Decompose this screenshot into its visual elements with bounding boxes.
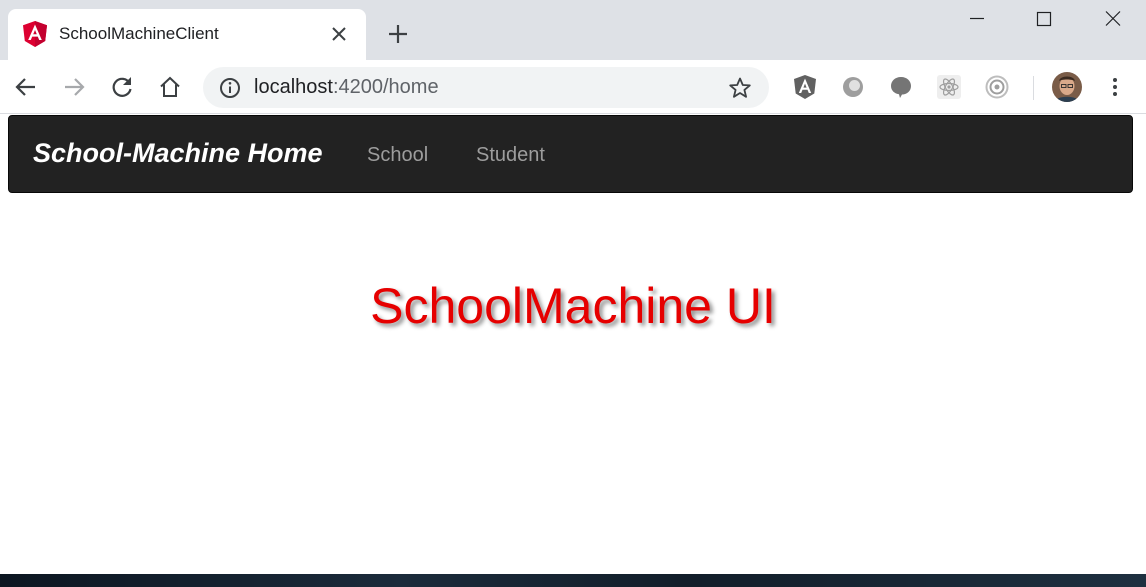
browser-toolbar: localhost:4200/home [0,60,1146,114]
browser-titlebar: SchoolMachineClient [0,0,1146,60]
minimize-icon[interactable] [954,4,1000,34]
browser-tab[interactable]: SchoolMachineClient [8,9,366,60]
navbar-brand-link[interactable]: School-Machine Home [33,138,323,169]
window-close-icon[interactable] [1090,4,1136,34]
reload-icon[interactable] [109,74,135,100]
profile-avatar[interactable] [1052,72,1082,102]
url-host: localhost [254,76,333,98]
extension-circle-icon[interactable] [840,74,866,100]
forward-arrow-icon[interactable] [61,74,87,100]
maximize-icon[interactable] [1021,4,1067,34]
chat-bubble-icon[interactable] [888,74,914,100]
home-icon[interactable] [157,74,183,100]
angular-icon[interactable] [792,74,818,100]
app-navbar: School-Machine Home School Student [8,115,1133,193]
nav-link-school[interactable]: School [367,144,428,167]
address-bar[interactable]: localhost:4200/home [203,67,769,108]
url-path: :4200/home [332,76,439,98]
toolbar-separator [1033,76,1034,100]
profile-photo-icon [1052,72,1082,102]
back-arrow-icon[interactable] [13,74,39,100]
nav-link-student[interactable]: Student [476,144,545,167]
new-tab-icon[interactable] [386,22,410,46]
close-tab-icon[interactable] [328,23,350,45]
target-icon[interactable] [984,74,1010,100]
site-info-icon[interactable] [219,77,241,99]
bookmark-star-icon[interactable] [728,76,752,100]
angular-favicon-icon [23,21,47,47]
desktop-taskbar-edge [0,574,1146,587]
page-heading: SchoolMachine UI [370,278,776,334]
tab-title: SchoolMachineClient [59,24,219,43]
url-text[interactable]: localhost:4200/home [254,76,439,99]
page-content: School-Machine Home School Student Schoo… [0,115,1146,574]
react-icon[interactable] [936,74,962,100]
more-menu-icon[interactable] [1104,74,1126,100]
